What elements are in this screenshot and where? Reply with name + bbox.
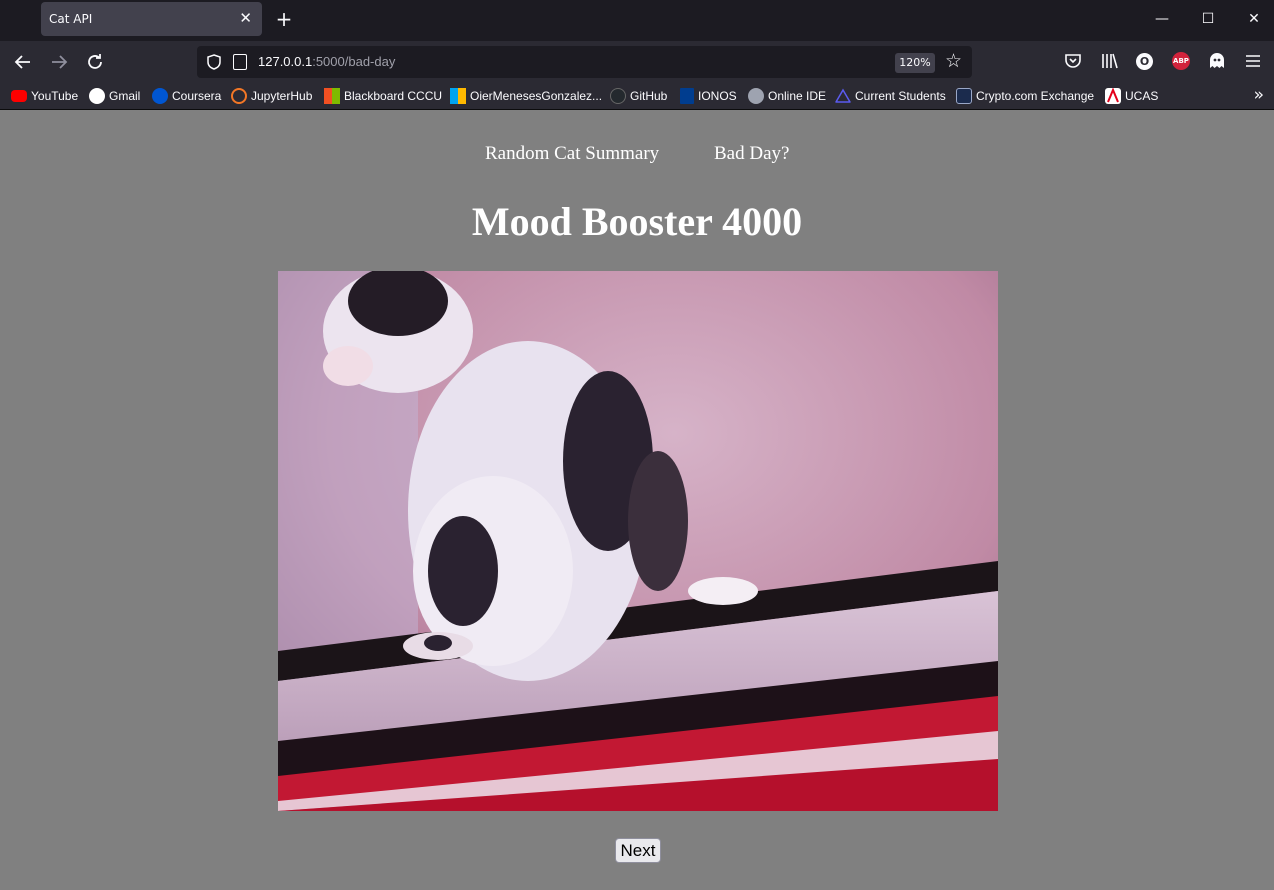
reload-button[interactable]: [82, 49, 108, 75]
google-icon: [89, 88, 105, 104]
jupyter-icon: [231, 88, 247, 104]
coursera-icon: [152, 88, 168, 104]
bookmark-label: YouTube: [31, 89, 79, 103]
bookmark-crypto[interactable]: Crypto.com Exchange: [956, 87, 1094, 105]
minimize-button[interactable]: —: [1150, 8, 1174, 30]
ghost-extension-icon[interactable]: [1206, 50, 1228, 72]
tab-title: Cat API: [49, 12, 93, 26]
bookmark-ionos[interactable]: IONOS: [680, 87, 737, 105]
tab-close-icon[interactable]: ✕: [239, 9, 252, 27]
shield-icon[interactable]: [205, 53, 223, 71]
youtube-icon: [11, 90, 27, 102]
adblock-plus-icon[interactable]: ABP: [1172, 52, 1190, 70]
page-icon[interactable]: [233, 54, 247, 70]
bookmark-label: UCAS: [1125, 89, 1159, 103]
bookmark-blackboard[interactable]: Blackboard CCCU: [324, 87, 442, 105]
bookmark-label: IONOS: [698, 89, 737, 103]
close-window-button[interactable]: ✕: [1242, 8, 1266, 30]
triangle-icon: [835, 88, 851, 103]
address-bar[interactable]: 127.0.0.1:5000/bad-day 120% ☆: [197, 46, 972, 78]
ionos-icon: [680, 88, 694, 104]
bookmark-github[interactable]: GitHub: [610, 87, 667, 105]
github-icon: [610, 88, 626, 104]
url-path: :5000/bad-day: [312, 54, 396, 69]
bookmark-label: OierMenesesGonzalez...: [470, 89, 603, 103]
microsoft-icon: [324, 88, 340, 104]
back-button[interactable]: [10, 49, 36, 75]
bookmarks-toolbar: YouTube Gmail Coursera JupyterHub Blackb…: [0, 82, 1274, 110]
bookmark-jupyterhub[interactable]: JupyterHub: [231, 87, 312, 105]
zoom-indicator[interactable]: 120%: [895, 53, 935, 73]
forward-arrow-icon: [52, 55, 68, 69]
page-title: Mood Booster 4000: [471, 199, 803, 244]
microsoft-icon: [450, 88, 466, 104]
ucas-icon: [1105, 88, 1121, 104]
crypto-icon: [956, 88, 972, 104]
cat-image: [278, 271, 998, 811]
forward-button[interactable]: [46, 49, 72, 75]
bookmark-star-icon[interactable]: ☆: [945, 50, 962, 72]
bookmark-label: GitHub: [630, 89, 668, 103]
bookmark-label: Current Students: [855, 89, 946, 103]
bookmark-label: Gmail: [109, 89, 141, 103]
bookmark-onedrive[interactable]: OierMenesesGonzalez...: [450, 87, 602, 105]
hamburger-menu-icon[interactable]: [1242, 50, 1264, 72]
bookmark-label: JupyterHub: [251, 89, 313, 103]
pocket-icon[interactable]: [1062, 50, 1084, 72]
reload-icon: [88, 54, 102, 69]
bookmark-label: Coursera: [172, 89, 222, 103]
bookmark-current-students[interactable]: Current Students: [835, 87, 946, 105]
more-bookmarks-icon[interactable]: »: [1254, 85, 1264, 105]
url-host: 127.0.0.1: [258, 54, 313, 69]
nav-bad-day[interactable]: Bad Day?: [714, 143, 789, 165]
library-icon[interactable]: [1098, 50, 1120, 72]
bookmark-online-ide[interactable]: Online IDE: [748, 87, 826, 105]
new-tab-button[interactable]: +: [273, 6, 295, 32]
bookmark-youtube[interactable]: YouTube: [11, 87, 78, 105]
account-icon[interactable]: O: [1136, 53, 1153, 70]
bookmark-gmail[interactable]: Gmail: [89, 87, 140, 105]
tab-cat-api[interactable]: Cat API ✕: [41, 2, 262, 36]
tab-bar: Cat API ✕ + — ☐ ✕: [0, 0, 1274, 41]
bookmark-coursera[interactable]: Coursera: [152, 87, 221, 105]
bookmark-ucas[interactable]: UCAS: [1105, 87, 1158, 105]
bookmark-label: Crypto.com Exchange: [976, 89, 1095, 103]
bookmark-label: Blackboard CCCU: [344, 89, 443, 103]
url-text[interactable]: 127.0.0.1:5000/bad-day: [258, 54, 395, 69]
nav-random-cat-summary[interactable]: Random Cat Summary: [485, 143, 659, 165]
back-arrow-icon: [14, 55, 30, 69]
maximize-button[interactable]: ☐: [1196, 8, 1220, 30]
bookmark-label: Online IDE: [768, 89, 827, 103]
next-button[interactable]: Next: [615, 838, 661, 863]
navigation-toolbar: 127.0.0.1:5000/bad-day 120% ☆ O ABP: [0, 41, 1274, 82]
kitten-picture: [278, 271, 998, 811]
online-ide-icon: [748, 88, 764, 104]
